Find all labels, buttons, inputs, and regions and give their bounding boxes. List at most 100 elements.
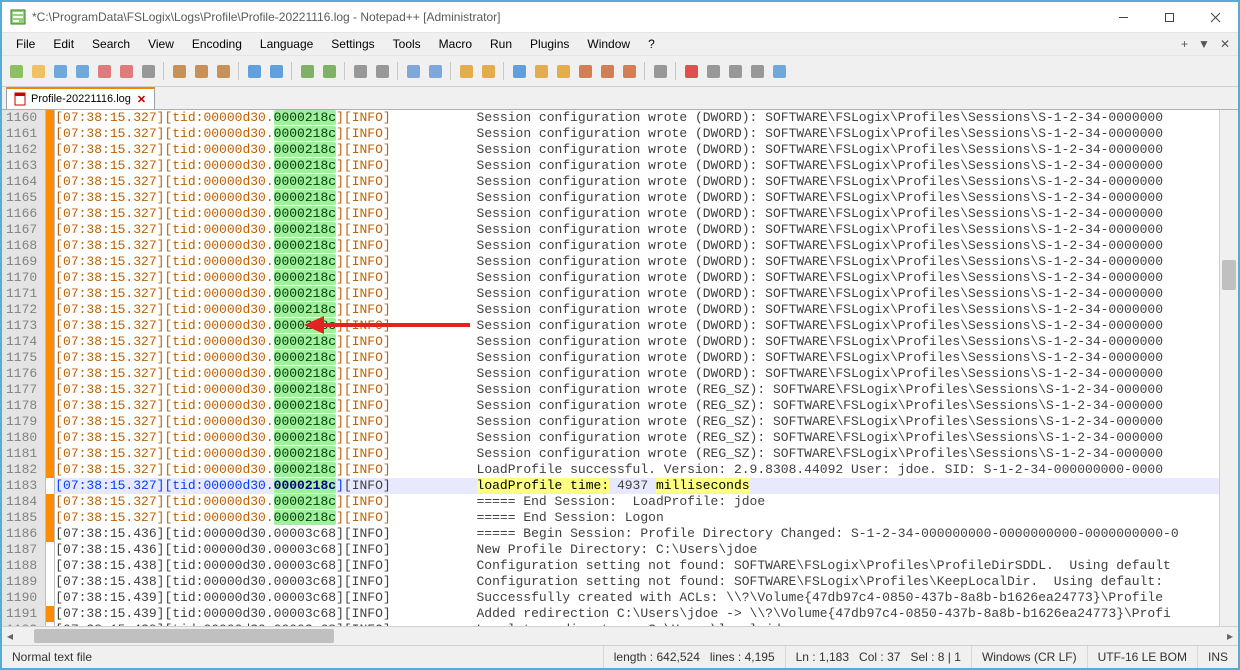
chevron-down-icon[interactable]: ▼ [1198,37,1210,51]
toolbar-closeall-icon[interactable] [116,61,136,81]
toolbar-fold-icon[interactable] [553,61,573,81]
status-bar: Normal text file length : 642,524 lines … [2,645,1238,668]
hscroll-right-arrow-icon[interactable]: ▸ [1222,629,1238,643]
hscroll-track[interactable] [34,629,1206,643]
toolbar-copy-icon[interactable] [191,61,211,81]
menu-edit[interactable]: Edit [45,35,82,53]
toolbar-stop-icon[interactable] [703,61,723,81]
log-line: [07:38:15.327][tid:00000d30.0000218c][IN… [55,190,1219,206]
toolbar-playm-icon[interactable] [747,61,767,81]
toolbar-new-icon[interactable] [6,61,26,81]
toolbar-sync-icon[interactable] [403,61,423,81]
hscroll-left-arrow-icon[interactable]: ◂ [2,629,18,643]
change-marker-column [46,110,55,626]
menu-search[interactable]: Search [84,35,138,53]
log-line: [07:38:15.327][tid:00000d30.0000218c][IN… [55,142,1219,158]
tab-bar: Profile-20221116.log ✕ [2,87,1238,110]
log-line: [07:38:15.327][tid:00000d30.0000218c][IN… [55,350,1219,366]
menu-run[interactable]: Run [482,35,520,53]
menu-file[interactable]: File [8,35,43,53]
toolbar-save-icon[interactable] [50,61,70,81]
tab-close-icon[interactable]: ✕ [135,93,148,106]
app-window: *C:\ProgramData\FSLogix\Logs\Profile\Pro… [0,0,1240,670]
log-line: [07:38:15.327][tid:00000d30.0000218c][IN… [55,366,1219,382]
log-line: [07:38:15.436][tid:00000d30.00003c68][IN… [55,542,1219,558]
minimize-button[interactable] [1100,2,1146,32]
horizontal-scrollbar[interactable]: ◂ ▸ [2,626,1238,645]
menu-[interactable]: ? [640,35,663,53]
toolbar-wrap-icon[interactable] [456,61,476,81]
tab-label: Profile-20221116.log [31,93,131,105]
toolbar-zoomout-icon[interactable] [372,61,392,81]
menu-window[interactable]: Window [579,35,638,53]
toolbar-find-icon[interactable] [297,61,317,81]
menu-encoding[interactable]: Encoding [184,35,250,53]
status-eol[interactable]: Windows (CR LF) [972,646,1088,668]
toolbar-savem-icon[interactable] [769,61,789,81]
toolbar-eye-icon[interactable] [650,61,670,81]
status-filetype: Normal text file [2,646,604,668]
log-line: [07:38:15.327][tid:00000d30.0000218c][IN… [55,126,1219,142]
title-bar[interactable]: *C:\ProgramData\FSLogix\Logs\Profile\Pro… [2,2,1238,32]
toolbar-open-icon[interactable] [28,61,48,81]
log-line: [07:38:15.327][tid:00000d30.0000218c][IN… [55,462,1219,478]
app-icon [10,9,26,25]
toolbar-rec-icon[interactable] [681,61,701,81]
log-line: [07:38:15.327][tid:00000d30.0000218c][IN… [55,446,1219,462]
status-length: length : 642,524 lines : 4,195 [604,646,786,668]
log-line: [07:38:15.327][tid:00000d30.0000218c][IN… [55,158,1219,174]
menu-tools[interactable]: Tools [385,35,429,53]
toolbar-close-icon[interactable] [94,61,114,81]
log-line: [07:38:15.327][tid:00000d30.0000218c][IN… [55,318,1219,334]
log-line: [07:38:15.327][tid:00000d30.0000218c][IN… [55,110,1219,126]
log-line: [07:38:15.439][tid:00000d30.00003c68][IN… [55,622,1219,626]
menu-view[interactable]: View [140,35,182,53]
toolbar-undo-icon[interactable] [244,61,264,81]
hscroll-thumb[interactable] [34,629,334,643]
status-overwrite[interactable]: INS [1198,646,1238,668]
toolbar-print-icon[interactable] [138,61,158,81]
toolbar-cut-icon[interactable] [169,61,189,81]
file-tab[interactable]: Profile-20221116.log ✕ [6,87,155,109]
toolbar-syncv-icon[interactable] [425,61,445,81]
toolbar-allchars-icon[interactable] [478,61,498,81]
menu-macro[interactable]: Macro [431,35,480,53]
toolbar-map-icon[interactable] [619,61,639,81]
menu-language[interactable]: Language [252,35,321,53]
log-line: [07:38:15.439][tid:00000d30.00003c68][IN… [55,606,1219,622]
log-line: [07:38:15.327][tid:00000d30.0000218c][IN… [55,478,1219,494]
toolbar-redo-icon[interactable] [266,61,286,81]
menu-plugins[interactable]: Plugins [522,35,577,53]
toolbar-paste-icon[interactable] [213,61,233,81]
maximize-button[interactable] [1146,2,1192,32]
toolbar-saveall-icon[interactable] [72,61,92,81]
toolbar-zoomin-icon[interactable] [350,61,370,81]
toolbar-indent-icon[interactable] [509,61,529,81]
log-line: [07:38:15.327][tid:00000d30.0000218c][IN… [55,270,1219,286]
toolbar-doc2-icon[interactable] [597,61,617,81]
toolbar-play-icon[interactable] [725,61,745,81]
menu-right-controls: + ▼ ✕ [1181,37,1230,51]
toolbar-func-icon[interactable] [531,61,551,81]
log-line: [07:38:15.436][tid:00000d30.00003c68][IN… [55,526,1219,542]
log-line: [07:38:15.327][tid:00000d30.0000218c][IN… [55,238,1219,254]
toolbar [2,56,1238,87]
toolbar-doc-icon[interactable] [575,61,595,81]
vertical-scrollbar[interactable] [1219,110,1238,626]
menu-settings[interactable]: Settings [323,35,382,53]
code-content[interactable]: [07:38:15.327][tid:00000d30.0000218c][IN… [55,110,1219,626]
plus-icon[interactable]: + [1181,37,1188,51]
toolbar-replace-icon[interactable] [319,61,339,81]
close-button[interactable] [1192,2,1238,32]
log-line: [07:38:15.438][tid:00000d30.00003c68][IN… [55,558,1219,574]
log-line: [07:38:15.327][tid:00000d30.0000218c][IN… [55,174,1219,190]
close-panel-icon[interactable]: ✕ [1220,37,1230,51]
log-line: [07:38:15.327][tid:00000d30.0000218c][IN… [55,510,1219,526]
editor-area: 1160116111621163116411651166116711681169… [2,110,1238,626]
vertical-scroll-thumb[interactable] [1222,260,1236,290]
log-line: [07:38:15.327][tid:00000d30.0000218c][IN… [55,286,1219,302]
log-line: [07:38:15.327][tid:00000d30.0000218c][IN… [55,382,1219,398]
log-line: [07:38:15.438][tid:00000d30.00003c68][IN… [55,574,1219,590]
log-line: [07:38:15.327][tid:00000d30.0000218c][IN… [55,414,1219,430]
status-encoding[interactable]: UTF-16 LE BOM [1088,646,1198,668]
